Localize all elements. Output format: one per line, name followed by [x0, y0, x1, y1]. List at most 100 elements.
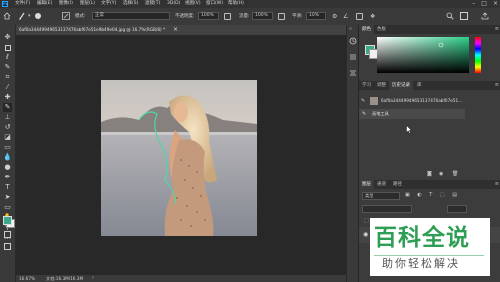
brush-icon[interactable]: ✎ — [3, 103, 12, 112]
clone-stamp-icon[interactable]: ⊥ — [3, 113, 12, 122]
smoothing-label: 平滑: — [292, 14, 303, 19]
smoothing-options-icon[interactable]: ⚙ — [332, 13, 337, 20]
layers-panel-menu-icon[interactable]: ≡ — [495, 180, 499, 189]
crop-icon[interactable]: ⌗ — [3, 73, 12, 82]
brush-size-preview-icon[interactable] — [35, 13, 41, 19]
layer-opacity-field[interactable] — [447, 205, 467, 213]
options-bar: ▾ 模式: 正常 不透明度: 100% 流量: 100% 平滑: 10% ⚙ ∠… — [0, 8, 500, 26]
menu-file[interactable]: 文件(F) — [15, 0, 30, 8]
foreground-color-swatch[interactable] — [3, 216, 12, 225]
history-panel-icon[interactable] — [349, 37, 357, 45]
hue-slider[interactable] — [475, 37, 481, 73]
gradient-icon[interactable]: ▭ — [3, 143, 12, 152]
menu-filter[interactable]: 滤镜(T) — [145, 0, 160, 8]
path-select-icon[interactable]: ➤ — [3, 193, 12, 202]
trash-icon[interactable]: 🗑 — [452, 171, 458, 177]
opacity-label: 不透明度: — [175, 14, 195, 19]
rectangle-icon[interactable]: ▭ — [3, 203, 12, 212]
airbrush-icon[interactable] — [278, 13, 285, 20]
photoshop-logo: Ps — [2, 1, 8, 7]
paragraph-panel-icon[interactable] — [349, 69, 357, 77]
status-arrow-icon[interactable]: › — [92, 275, 94, 282]
layer-filter-box[interactable]: 类型 — [362, 192, 400, 200]
eraser-icon[interactable]: ◪ — [3, 133, 12, 142]
tab-libraries[interactable]: 库 — [414, 81, 425, 90]
healing-icon[interactable]: ✚ — [3, 93, 12, 102]
tab-swatches[interactable]: 色板 — [374, 25, 389, 34]
new-snapshot-icon[interactable]: ◙ — [427, 171, 432, 177]
document-image[interactable] — [101, 80, 257, 236]
maximize-icon[interactable]: □ — [481, 0, 487, 8]
document-tab[interactable]: 6af0a34449949653137476abf07e51e9b49e04.j… — [16, 25, 346, 35]
quick-mask-icon[interactable] — [4, 231, 11, 238]
angle-icon[interactable]: ∠ — [343, 13, 348, 20]
search-icon[interactable] — [446, 12, 454, 20]
history-brush-icon[interactable]: ↺ — [3, 123, 12, 132]
tab-history[interactable]: 历史记录 — [389, 81, 413, 90]
tab-adjustments[interactable]: 调整 — [374, 81, 389, 90]
history-panel-menu-icon[interactable]: ≡ — [495, 81, 499, 90]
pressure-size-icon[interactable] — [356, 13, 363, 20]
menu-help[interactable]: 帮助(H) — [228, 0, 244, 8]
history-step-brush[interactable]: ✎ 画笔工具 — [359, 109, 465, 119]
share-icon[interactable] — [481, 12, 489, 20]
eyedropper-icon[interactable]: ⁄ — [3, 83, 12, 92]
color-spectrum[interactable] — [377, 37, 469, 73]
camera-icon[interactable]: ◉ — [439, 171, 443, 177]
smoothing-field[interactable]: 10% — [306, 12, 326, 20]
dodge-icon[interactable]: ● — [3, 163, 12, 172]
flow-field[interactable]: 100% — [252, 12, 273, 20]
mouse-cursor-icon — [406, 125, 412, 134]
menu-view[interactable]: 视图(V) — [185, 0, 201, 8]
workspace-icon[interactable] — [460, 12, 468, 20]
blur-icon[interactable]: 💧 — [3, 153, 12, 162]
menu-3d[interactable]: 3D(D) — [167, 0, 180, 8]
quick-select-icon[interactable]: ✎ — [3, 63, 12, 72]
menu-layer[interactable]: 图层(L) — [80, 0, 95, 8]
layer-filter-icons[interactable]: ▣ ◐ T ⬚ ▤ — [405, 192, 460, 198]
symmetry-icon[interactable]: ❖ — [370, 13, 375, 20]
pen-icon[interactable]: ✒ — [3, 173, 12, 182]
brush-size-dropdown-icon[interactable]: ▾ — [28, 13, 31, 19]
minimize-icon[interactable]: – — [472, 0, 475, 8]
layers-panel-tabs: 图层 通道 路径 ≡ — [359, 180, 500, 189]
watermark-title: 百科全说 — [374, 225, 470, 251]
snapshot-thumbnail — [370, 97, 378, 105]
brush-settings-icon[interactable] — [62, 12, 70, 20]
flow-label: 流量: — [239, 14, 250, 19]
menu-edit[interactable]: 编辑(E) — [37, 0, 52, 8]
tab-color[interactable]: 颜色 — [359, 25, 374, 34]
properties-panel-icon[interactable] — [349, 53, 357, 61]
layer-visibility-icon-2[interactable]: ◉ — [363, 231, 368, 238]
home-icon[interactable] — [3, 12, 11, 20]
color-panel-menu-icon[interactable]: ≡ — [495, 25, 499, 34]
type-icon[interactable]: T — [3, 183, 12, 192]
history-panel-tabs: 学习 调整 历史记录 库 ≡ — [359, 81, 500, 90]
lasso-icon[interactable]: ℓ — [3, 53, 12, 62]
screen-mode-icon[interactable] — [4, 243, 11, 250]
close-icon[interactable]: × — [493, 0, 498, 8]
zoom-level[interactable]: 16.67% — [19, 275, 35, 282]
tab-paths[interactable]: 路径 — [390, 180, 405, 189]
menu-select[interactable]: 选择(S) — [123, 0, 138, 8]
document-close-icon[interactable]: × — [173, 25, 178, 34]
menu-window[interactable]: 窗口(W) — [206, 0, 223, 8]
collapse-panels-icon[interactable]: « — [349, 26, 352, 32]
opacity-field[interactable]: 100% — [198, 12, 219, 20]
brush-preset-icon[interactable] — [18, 12, 26, 20]
move-icon[interactable]: ✥ — [3, 33, 12, 42]
marquee-icon[interactable] — [3, 43, 12, 52]
tab-learn[interactable]: 学习 — [359, 81, 374, 90]
blend-mode-dropdown[interactable] — [362, 205, 412, 213]
layer-kind-label: 类型 — [365, 193, 374, 198]
tab-layers[interactable]: 图层 — [359, 180, 374, 189]
menu-bar: Ps 文件(F) 编辑(E) 图像(I) 图层(L) 文字(Y) 选择(S) 滤… — [0, 0, 500, 8]
history-brush-source-icon[interactable]: ✎ — [361, 98, 365, 104]
watermark-subtitle: 助你轻松解决 — [382, 257, 460, 270]
menu-type[interactable]: 文字(Y) — [101, 0, 116, 8]
history-snapshot[interactable]: ✎ 6af0a34449949653137476abf07e51... — [359, 96, 466, 106]
pressure-opacity-icon[interactable] — [224, 13, 231, 20]
menu-image[interactable]: 图像(I) — [59, 0, 73, 8]
tab-channels[interactable]: 通道 — [374, 180, 389, 189]
mode-select[interactable]: 正常 — [92, 12, 170, 20]
